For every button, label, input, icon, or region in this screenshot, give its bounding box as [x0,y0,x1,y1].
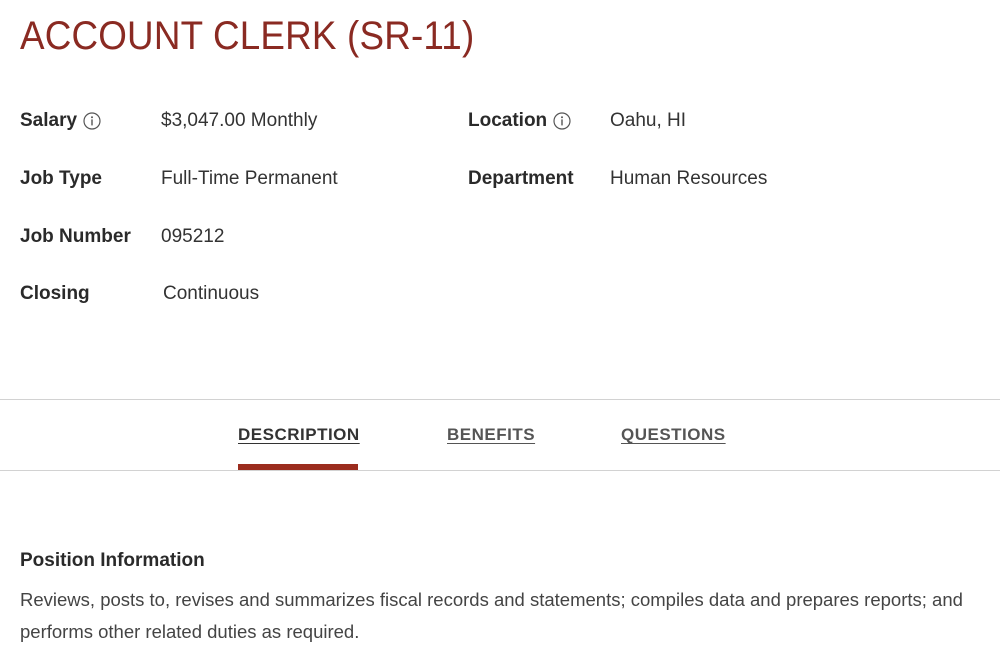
salary-field: Salary [20,106,101,136]
job-type-field: Job Type [20,164,102,194]
job-number-value: 095212 [161,226,225,247]
location-label: Location [468,110,548,131]
job-number-label: Job Number [20,226,131,247]
tabs-bottom-divider [0,470,1000,471]
position-information-text: Reviews, posts to, revises and summarize… [20,589,963,642]
salary-label: Salary [20,110,78,131]
location-info-icon[interactable] [553,112,571,130]
department-value: Human Resources [610,168,768,189]
closing-label: Closing [20,283,90,304]
job-title: ACCOUNT CLERK (SR-11) [20,14,475,58]
salary-info-icon[interactable] [83,112,101,130]
tab-description[interactable]: DESCRIPTION [238,425,360,445]
salary-value: $3,047.00 Monthly [161,110,318,131]
closing-value: Continuous [163,283,260,304]
department-label: Department [468,168,574,189]
location-label-group: Location [468,110,571,132]
tabs-top-divider [0,399,1000,400]
salary-label-group: Salary [20,110,101,132]
job-posting-page: ACCOUNT CLERK (SR-11) Salary $3,047.00 M… [0,0,1000,667]
job-type-label: Job Type [20,168,102,189]
closing-field: Closing [20,279,90,309]
location-field: Location [468,106,571,136]
tab-benefits[interactable]: BENEFITS [447,425,535,445]
location-value: Oahu, HI [610,110,687,131]
job-type-value: Full-Time Permanent [161,168,338,189]
department-field: Department [468,164,574,194]
job-number-field: Job Number [20,222,131,252]
position-information-heading: Position Information [20,550,205,571]
tab-questions[interactable]: QUESTIONS [621,425,726,445]
